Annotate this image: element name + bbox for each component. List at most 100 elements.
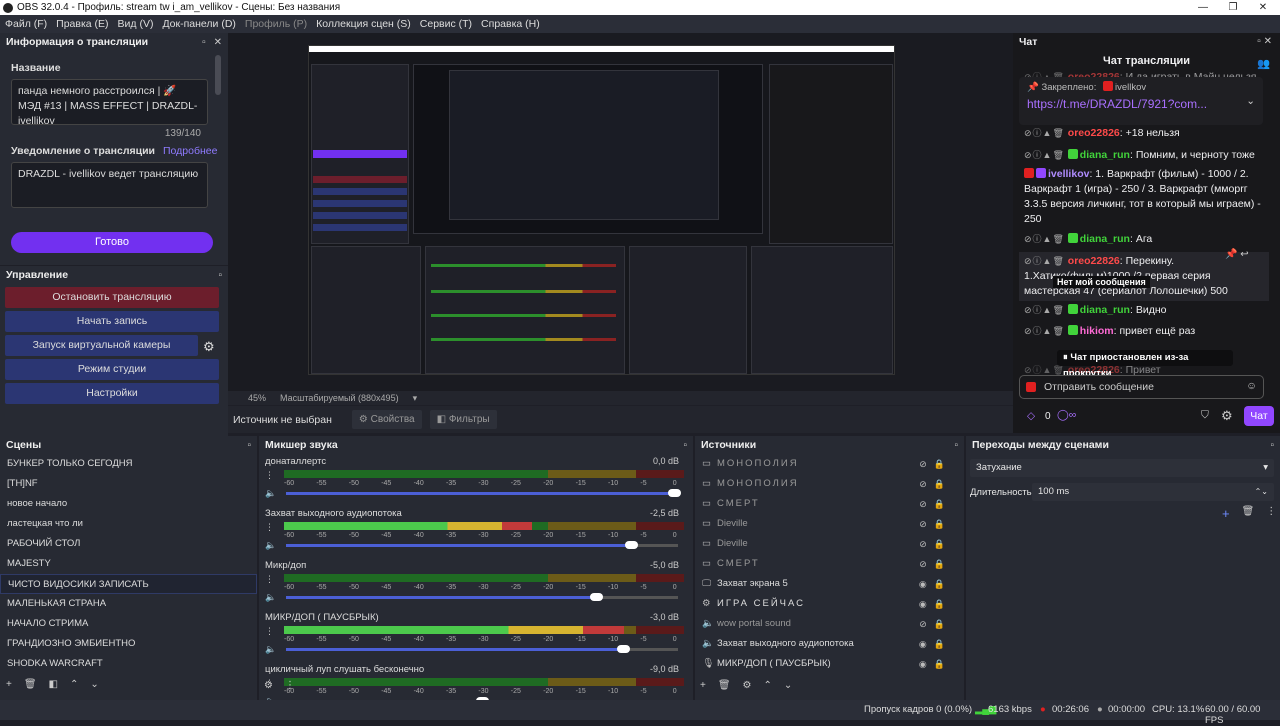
more-icon[interactable]: ⋮ <box>265 470 274 481</box>
scene-item[interactable]: ЧИСТО ВИДОСИКИ ЗАПИСАТЬ <box>0 574 257 594</box>
add-icon[interactable]: + <box>6 679 12 690</box>
hype-icon[interactable]: ◯∞ <box>1057 409 1076 421</box>
slider-handle[interactable] <box>624 541 638 549</box>
more-icon[interactable]: ⋮ <box>285 680 295 691</box>
speaker-icon[interactable]: 🔈 <box>265 540 276 551</box>
pinned-link[interactable]: https://t.me/DRAZDL/7921?com... <box>1019 97 1263 111</box>
eye-off-icon[interactable]: ⊘ <box>919 539 934 549</box>
lock-icon[interactable]: 🔒 <box>934 599 952 609</box>
filter-icon[interactable]: ◧ <box>49 679 58 690</box>
lock-icon[interactable]: 🔒 <box>934 479 952 489</box>
trash-icon[interactable]: 🗑 <box>24 679 37 690</box>
eye-off-icon[interactable]: ⊘ <box>919 519 934 529</box>
lock-icon[interactable]: 🔒 <box>934 499 952 509</box>
channel-points-icon[interactable]: ◇ <box>1027 410 1035 422</box>
done-button[interactable]: Готово <box>11 232 213 253</box>
shield-icon[interactable]: ⛉ <box>1201 409 1209 422</box>
more-icon[interactable]: ⋮ <box>265 626 274 637</box>
minimize-button[interactable]: — <box>1188 0 1218 15</box>
lock-icon[interactable]: 🔒 <box>934 659 952 669</box>
scrollbar[interactable] <box>215 55 221 95</box>
eye-icon[interactable]: ◉ <box>919 659 934 669</box>
volume-slider[interactable] <box>286 593 678 601</box>
chat-username[interactable]: diana_run <box>1080 233 1130 245</box>
float-icon[interactable]: ▫ <box>683 440 687 451</box>
mod-actions-icon[interactable]: ⊘ⓘ▲🗑 <box>1024 234 1065 244</box>
pin-message-icon[interactable]: 📌 ↩ <box>1225 249 1249 260</box>
menu-help[interactable]: Справка (H) <box>481 18 540 30</box>
scale-mode[interactable]: Масштабируемый (880x495) <box>280 393 399 403</box>
duration-spinbox[interactable]: 100 ms ⌃⌄ <box>1032 483 1274 501</box>
lock-icon[interactable]: 🔒 <box>934 559 952 569</box>
trash-icon[interactable]: 🗑 <box>718 680 731 691</box>
scene-item[interactable]: MAJESTY <box>0 554 257 574</box>
notification-textarea[interactable]: DRAZDL - ivellikov ведет трансляцию <box>11 162 208 208</box>
float-icon[interactable]: ▫ <box>1270 440 1274 451</box>
chevron-down-icon[interactable]: ⌄ <box>784 680 792 691</box>
scene-item[interactable]: НАЧАЛО СТРИМА <box>0 614 257 634</box>
studio-mode-button[interactable]: Режим студии <box>5 359 219 380</box>
source-item[interactable]: 🔈 wow portal sound ⊘🔒 <box>695 614 964 634</box>
chevron-down-icon[interactable]: ▾ <box>413 393 418 404</box>
transition-select[interactable]: Затухание ▾ <box>970 459 1274 477</box>
more-icon[interactable]: ⋮ <box>1266 506 1276 521</box>
scene-item[interactable]: БУНКЕР ТОЛЬКО СЕГОДНЯ <box>0 454 257 474</box>
mod-actions-icon[interactable]: ⊘ⓘ▲🗑 <box>1024 150 1065 160</box>
menu-profile[interactable]: Профиль (P) <box>245 18 307 30</box>
chat-send-button[interactable]: Чат <box>1244 406 1274 426</box>
add-icon[interactable]: + <box>700 680 706 691</box>
source-item[interactable]: ▭ СМЕРТ ⊘🔒 <box>695 554 964 574</box>
source-item[interactable]: 🎙 МИКР/ДОП ( ПАУСБРЫК) ◉🔒 <box>695 654 964 674</box>
chat-username[interactable]: diana_run <box>1080 304 1130 316</box>
chat-username[interactable]: diana_run <box>1080 149 1130 161</box>
scene-item[interactable]: новое начало <box>0 494 257 514</box>
stop-streaming-button[interactable]: Остановить трансляцию <box>5 287 219 308</box>
scene-item[interactable]: SHODKA WARCRAFT <box>0 654 257 674</box>
lock-icon[interactable]: 🔒 <box>934 519 952 529</box>
chat-input[interactable]: Отправить сообщение ☺ <box>1019 375 1264 399</box>
scene-item[interactable]: ГРАНДИОЗНО ЭМБИЕНТНО <box>0 634 257 654</box>
mod-actions-icon[interactable]: ⊘ⓘ▲🗑 <box>1024 365 1065 375</box>
add-icon[interactable]: + <box>1222 506 1230 521</box>
mod-actions-icon[interactable]: ⊘ⓘ▲🗑 <box>1024 128 1065 138</box>
title-textarea[interactable]: панда немного расстроился | 🚀 МЭД #13 | … <box>11 79 208 127</box>
gear-icon[interactable]: ⚙ <box>203 339 215 355</box>
eye-icon[interactable]: ◉ <box>919 599 934 609</box>
properties-button[interactable]: ⚙ Свойства <box>351 410 422 429</box>
mod-actions-icon[interactable]: ⊘ⓘ▲🗑 <box>1024 326 1065 336</box>
emote-icon[interactable]: ☺ <box>1246 380 1257 392</box>
scene-item[interactable]: [TH]NF <box>0 474 257 494</box>
menu-docks[interactable]: Док-панели (D) <box>162 18 235 30</box>
chat-username[interactable]: oreo22826 <box>1068 127 1120 139</box>
chat-username[interactable]: oreo22826 <box>1068 255 1120 267</box>
float-icon[interactable]: ▫ <box>247 440 251 451</box>
preview-area[interactable] <box>228 33 1013 391</box>
speaker-icon[interactable]: 🔈 <box>265 488 276 499</box>
volume-slider[interactable] <box>286 645 678 653</box>
more-icon[interactable]: ⋮ <box>265 574 274 585</box>
chat-paused-banner[interactable]: ⏸ Чат приостановлен из-за прокрутки <box>1057 350 1233 379</box>
gear-icon[interactable]: ⚙ <box>1221 408 1233 424</box>
gear-icon[interactable]: ⚙ <box>264 680 273 691</box>
menu-view[interactable]: Вид (V) <box>118 18 154 30</box>
source-item[interactable]: ▭ МОНОПОЛИЯ ⊘🔒 <box>695 474 964 494</box>
close-icon[interactable]: ▫ ✕ <box>1257 36 1272 47</box>
scene-item[interactable]: ластецкая что ли <box>0 514 257 534</box>
chevron-down-icon[interactable]: ⌄ <box>1246 95 1255 107</box>
more-icon[interactable]: ⋮ <box>265 522 274 533</box>
speaker-icon[interactable]: 🔈 <box>265 644 276 655</box>
float-icon[interactable]: ▫ <box>954 440 958 451</box>
eye-off-icon[interactable]: ⊘ <box>919 459 934 469</box>
source-item[interactable]: 🖵 Захват экрана 5 ◉🔒 <box>695 574 964 594</box>
chat-username[interactable]: hikiom <box>1080 325 1114 337</box>
learn-more-link[interactable]: Подробнее <box>163 145 217 157</box>
lock-icon[interactable]: 🔒 <box>934 619 952 629</box>
menu-edit[interactable]: Правка (E) <box>56 18 108 30</box>
lock-icon[interactable]: 🔒 <box>934 579 952 589</box>
source-item[interactable]: ⚙ ИГРА СЕЙЧАС ◉🔒 <box>695 594 964 614</box>
scene-item[interactable]: РАБОЧИЙ СТОЛ <box>0 534 257 554</box>
lock-icon[interactable]: 🔒 <box>934 639 952 649</box>
slider-handle[interactable] <box>617 645 631 653</box>
filters-button[interactable]: ◧ Фильтры <box>429 410 497 429</box>
source-item[interactable]: ▭ МОНОПОЛИЯ ⊘🔒 <box>695 454 964 474</box>
